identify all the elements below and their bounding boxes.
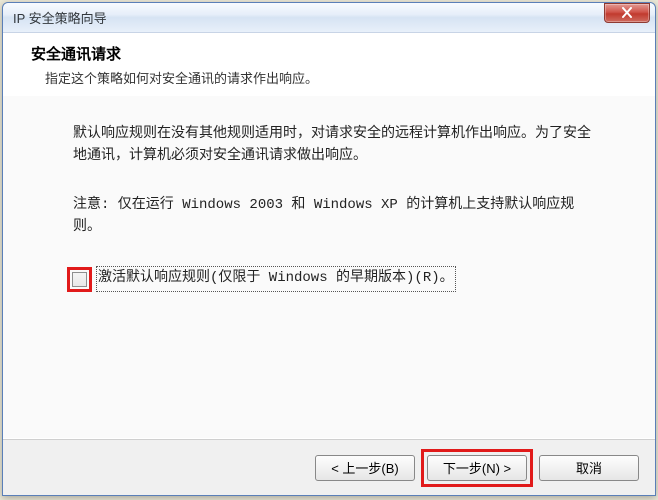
banner: 安全通讯请求 指定这个策略如何对安全通讯的请求作出响应。 xyxy=(3,33,655,95)
highlight-checkbox xyxy=(67,267,92,292)
highlight-next: 下一步(N) > xyxy=(421,449,533,487)
activate-default-rule-checkbox[interactable] xyxy=(72,272,87,287)
banner-title: 安全通讯请求 xyxy=(31,43,633,64)
cancel-button[interactable]: 取消 xyxy=(539,455,639,481)
paragraph-note: 注意: 仅在运行 Windows 2003 和 Windows XP 的计算机上… xyxy=(73,195,595,238)
close-icon xyxy=(621,7,633,18)
footer-bar: < 上一步(B) 下一步(N) > 取消 xyxy=(3,439,655,495)
close-button[interactable] xyxy=(604,3,650,23)
banner-subtitle: 指定这个策略如何对安全通讯的请求作出响应。 xyxy=(45,68,633,87)
back-button[interactable]: < 上一步(B) xyxy=(315,455,415,481)
wizard-window: IP 安全策略向导 安全通讯请求 指定这个策略如何对安全通讯的请求作出响应。 默… xyxy=(2,2,656,496)
window-title: IP 安全策略向导 xyxy=(13,8,604,27)
next-button[interactable]: 下一步(N) > xyxy=(427,455,527,481)
content-area: 默认响应规则在没有其他规则适用时，对请求安全的远程计算机作出响应。为了安全地通讯… xyxy=(3,96,655,438)
paragraph-description: 默认响应规则在没有其他规则适用时，对请求安全的远程计算机作出响应。为了安全地通讯… xyxy=(73,124,595,167)
titlebar: IP 安全策略向导 xyxy=(3,3,655,33)
default-response-rule-row: 激活默认响应规则(仅限于 Windows 的早期版本)(R)。 xyxy=(67,267,595,292)
checkbox-label[interactable]: 激活默认响应规则(仅限于 Windows 的早期版本)(R)。 xyxy=(98,268,454,290)
